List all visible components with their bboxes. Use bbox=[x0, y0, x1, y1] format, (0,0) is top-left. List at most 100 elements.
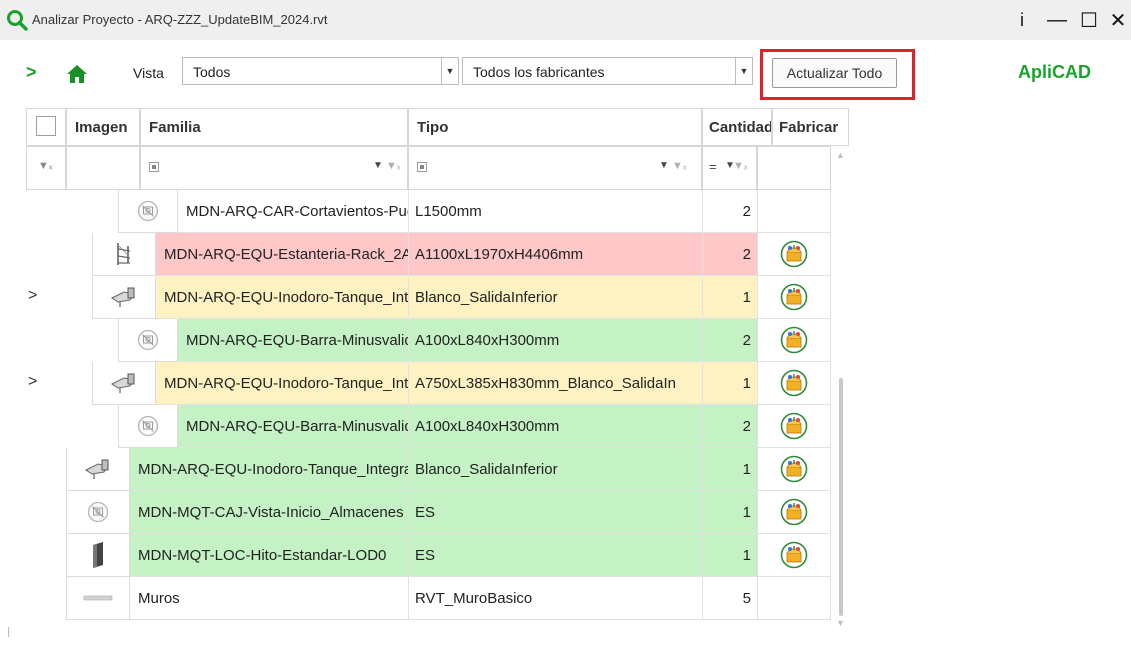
filter-equals-icon[interactable]: = bbox=[709, 159, 717, 174]
home-icon[interactable] bbox=[66, 64, 88, 84]
chevron-down-icon[interactable]: ▼ bbox=[441, 58, 458, 84]
clear-filter-cell[interactable]: ▼ₓ bbox=[26, 146, 66, 190]
brand-logo: ApliCAD bbox=[1018, 62, 1091, 82]
maximize-button[interactable]: ☐ bbox=[1075, 6, 1103, 34]
shelf-icon bbox=[114, 241, 134, 267]
tipo-cell: A100xL840xH300mm bbox=[408, 405, 702, 448]
no-image-icon bbox=[137, 329, 159, 351]
cantidad-cell: 2 bbox=[702, 233, 757, 276]
filter-cell-familia[interactable]: ▼ ▼ₓ bbox=[140, 146, 408, 190]
no-image-icon bbox=[87, 501, 109, 523]
divider bbox=[8, 627, 9, 637]
table-row[interactable]: Muros RVT_MuroBasico 5 bbox=[0, 577, 835, 620]
table-row[interactable]: MDN-MQT-LOC-Hito-Estandar-LOD0 ES 1 bbox=[0, 534, 835, 577]
filter-clear-icon[interactable]: ▼ₓ bbox=[386, 160, 401, 172]
fabricar-cell bbox=[757, 577, 831, 620]
filter-cell-tipo[interactable]: ▼ ▼ₓ bbox=[408, 146, 702, 190]
familia-cell: MDN-ARQ-EQU-Inodoro-Tanque_Integra bbox=[156, 276, 408, 319]
filter-clear-icon[interactable]: ▼ₓ bbox=[672, 160, 687, 172]
tipo-cell: A100xL840xH300mm bbox=[408, 319, 702, 362]
vista-label: Vista bbox=[133, 65, 164, 81]
familia-cell: Muros bbox=[130, 577, 408, 620]
tipo-cell: Blanco_SalidaInferior bbox=[408, 448, 702, 491]
table-row[interactable]: MDN-ARQ-EQU-Estanteria-Rack_2AlturaA1100… bbox=[0, 233, 835, 276]
fabricate-toolbox-icon[interactable] bbox=[780, 283, 808, 311]
filter-clear-icon[interactable]: ▼ₓ bbox=[733, 160, 748, 172]
fabricar-cell[interactable] bbox=[757, 405, 831, 448]
tipo-cell: RVT_MuroBasico bbox=[408, 577, 702, 620]
familia-cell: MDN-ARQ-CAR-Cortavientos-Puerta-L bbox=[178, 190, 408, 233]
fabricate-toolbox-icon[interactable] bbox=[780, 498, 808, 526]
vista-select-value: Todos bbox=[193, 64, 231, 80]
cantidad-cell: 1 bbox=[702, 362, 757, 405]
scroll-up-icon[interactable]: ▲ bbox=[836, 150, 845, 160]
tipo-cell: L1500mm bbox=[408, 190, 702, 233]
minimize-button[interactable]: — bbox=[1043, 6, 1071, 34]
wall-icon bbox=[83, 594, 113, 602]
fabricar-cell[interactable] bbox=[757, 362, 831, 405]
scrollbar-thumb[interactable] bbox=[839, 378, 843, 616]
familia-cell: MDN-ARQ-EQU-Inodoro-Tanque_Integra bbox=[156, 362, 408, 405]
row-image-cell bbox=[66, 448, 130, 491]
column-header-label: Familia bbox=[149, 118, 201, 136]
table-row[interactable]: MDN-ARQ-EQU-Barra-Minusvalidos_AA100xL84… bbox=[0, 319, 835, 362]
cantidad-cell: 2 bbox=[702, 319, 757, 362]
table-row[interactable]: MDN-ARQ-EQU-Barra-Minusvalidos_AA100xL84… bbox=[0, 405, 835, 448]
filter-cell-cantidad[interactable]: = ▼ ▼ₓ bbox=[702, 146, 757, 190]
fabricar-cell[interactable] bbox=[757, 491, 831, 534]
fabricate-toolbox-icon[interactable] bbox=[780, 541, 808, 569]
cantidad-cell: 1 bbox=[702, 276, 757, 319]
row-image-cell bbox=[92, 233, 156, 276]
tipo-cell: A1100xL1970xH4406mm bbox=[408, 233, 702, 276]
column-header-familia[interactable]: Familia bbox=[140, 108, 408, 146]
app-logo-icon bbox=[7, 10, 28, 31]
cantidad-cell: 2 bbox=[702, 405, 757, 448]
filter-cell-imagen bbox=[66, 146, 140, 190]
fabricate-toolbox-icon[interactable] bbox=[780, 412, 808, 440]
fabricar-cell bbox=[757, 190, 831, 233]
column-header-cantidad[interactable]: Cantidad bbox=[702, 108, 772, 146]
column-header-tipo[interactable]: Tipo bbox=[408, 108, 702, 146]
no-image-icon bbox=[137, 415, 159, 437]
fabricate-toolbox-icon[interactable] bbox=[780, 455, 808, 483]
fabricar-cell[interactable] bbox=[757, 233, 831, 276]
table-row[interactable]: > MDN-ARQ-EQU-Inodoro-Tanque_IntegraA750x… bbox=[0, 362, 835, 405]
clear-filter-icon[interactable]: ▼ₓ bbox=[38, 160, 53, 172]
marker-icon bbox=[90, 541, 106, 569]
row-expand-chevron-icon[interactable]: > bbox=[28, 287, 37, 305]
scroll-down-icon[interactable]: ▼ bbox=[836, 618, 845, 628]
table-row[interactable]: MDN-MQT-CAJ-Vista-Inicio_Almacenes ES 1 bbox=[0, 491, 835, 534]
fabricate-toolbox-icon[interactable] bbox=[780, 369, 808, 397]
update-all-button[interactable]: Actualizar Todo bbox=[772, 58, 897, 88]
info-button[interactable]: i bbox=[1008, 6, 1036, 34]
fabricar-cell[interactable] bbox=[757, 276, 831, 319]
fabricantes-select[interactable]: Todos los fabricantes ▼ bbox=[462, 57, 753, 85]
familia-cell: MDN-ARQ-EQU-Barra-Minusvalidos_A bbox=[178, 319, 408, 362]
familia-cell: MDN-ARQ-EQU-Inodoro-Tanque_Integra bbox=[130, 448, 408, 491]
fabricar-cell[interactable] bbox=[757, 534, 831, 577]
fabricar-cell[interactable] bbox=[757, 448, 831, 491]
table-row[interactable]: MDN-ARQ-CAR-Cortavientos-Puerta-LL1500mm… bbox=[0, 190, 835, 233]
fabricate-toolbox-icon[interactable] bbox=[780, 240, 808, 268]
select-all-checkbox[interactable] bbox=[36, 116, 56, 136]
fabricar-cell[interactable] bbox=[757, 319, 831, 362]
filter-operator-icon[interactable] bbox=[149, 162, 159, 172]
filter-operator-icon[interactable] bbox=[417, 162, 427, 172]
row-expand-chevron-icon[interactable]: > bbox=[28, 373, 37, 391]
filter-dropdown-icon[interactable]: ▼ bbox=[659, 160, 669, 171]
cantidad-cell: 2 bbox=[702, 190, 757, 233]
row-image-cell bbox=[92, 362, 156, 405]
close-button[interactable]: ✕ bbox=[1104, 6, 1131, 34]
table-row[interactable]: > MDN-ARQ-EQU-Inodoro-Tanque_IntegraBlanc… bbox=[0, 276, 835, 319]
expand-panel-chevron-icon[interactable]: > bbox=[26, 62, 37, 83]
filter-dropdown-icon[interactable]: ▼ bbox=[373, 160, 383, 171]
row-image-cell bbox=[118, 405, 178, 448]
column-header-fabricar[interactable]: Fabricar bbox=[772, 108, 849, 146]
vista-select[interactable]: Todos ▼ bbox=[182, 57, 459, 85]
chevron-down-icon[interactable]: ▼ bbox=[735, 58, 752, 84]
toilet-icon bbox=[110, 286, 138, 308]
table-row[interactable]: MDN-ARQ-EQU-Inodoro-Tanque_Integra Blanco… bbox=[0, 448, 835, 491]
fabricate-toolbox-icon[interactable] bbox=[780, 326, 808, 354]
cantidad-cell: 5 bbox=[702, 577, 757, 620]
column-header-imagen[interactable]: Imagen bbox=[66, 108, 140, 146]
